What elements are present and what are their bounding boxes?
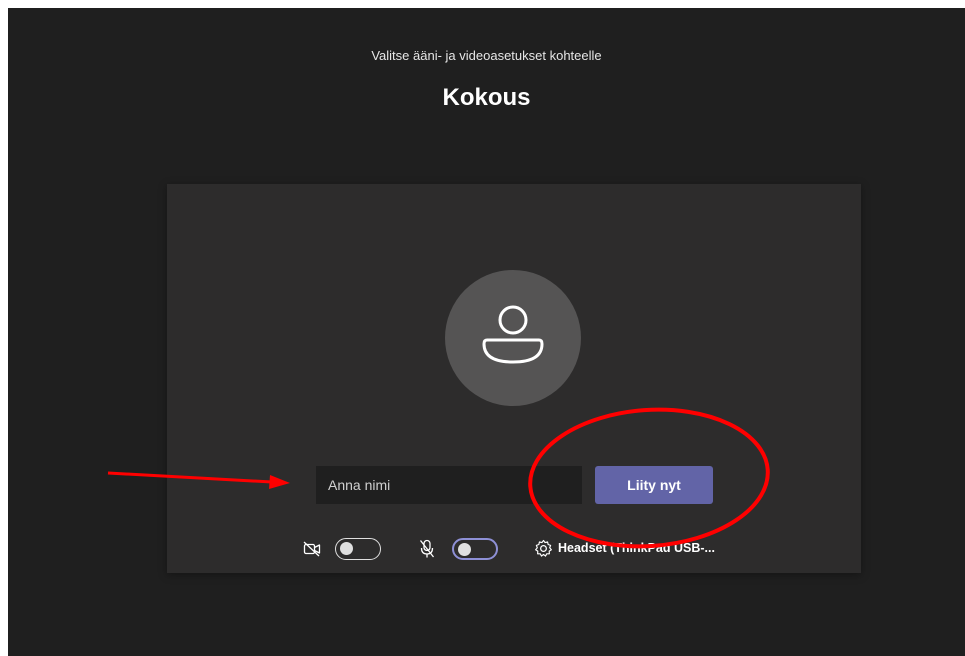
join-now-button[interactable]: Liity nyt (595, 466, 713, 504)
device-controls: Headset (ThinkPad USB-... (167, 534, 861, 564)
person-icon (482, 305, 544, 364)
meeting-prejoin-screen: Valitse ääni- ja videoasetukset kohteell… (8, 8, 965, 656)
mic-off-icon (419, 539, 435, 558)
camera-off-icon (303, 541, 321, 557)
prejoin-panel: Liity nyt Headset (167, 184, 861, 573)
camera-toggle-knob (340, 542, 353, 555)
audio-device-label[interactable]: Headset (ThinkPad USB-... (558, 541, 715, 555)
name-input[interactable] (316, 466, 582, 504)
avatar (445, 270, 581, 406)
prejoin-subtitle: Valitse ääni- ja videoasetukset kohteell… (371, 48, 602, 63)
microphone-toggle-knob (458, 542, 471, 556)
meeting-title: Kokous (442, 84, 531, 111)
gear-icon[interactable] (534, 539, 553, 558)
microphone-toggle[interactable] (452, 538, 498, 560)
camera-toggle[interactable] (335, 538, 381, 560)
